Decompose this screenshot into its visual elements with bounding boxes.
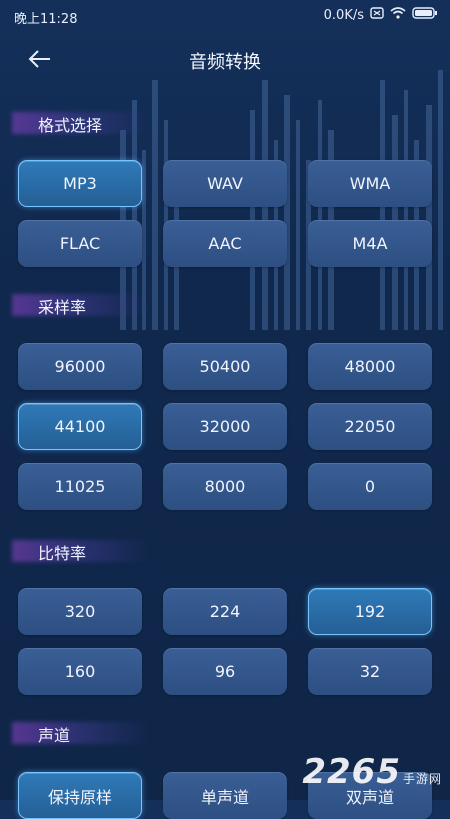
sample-rate-option-50400[interactable]: 50400 <box>163 343 287 390</box>
bit-rate-option-96[interactable]: 96 <box>163 648 287 695</box>
sample-rate-option-22050[interactable]: 22050 <box>308 403 432 450</box>
bit-rate-option-160[interactable]: 160 <box>18 648 142 695</box>
format-option-flac[interactable]: FLAC <box>18 220 142 267</box>
format-option-aac[interactable]: AAC <box>163 220 287 267</box>
watermark-number: 2265 <box>302 752 401 792</box>
wifi-icon <box>390 7 406 23</box>
sample-rate-option-0[interactable]: 0 <box>308 463 432 510</box>
status-bar: 晚上11:28 0.0K/s <box>0 0 450 30</box>
site-watermark: 2265 手游网 <box>302 752 442 792</box>
bit-rate-options: 320 224 192 160 96 32 <box>18 588 432 695</box>
network-speed: 0.0K/s <box>323 7 364 23</box>
sample-rate-option-48000[interactable]: 48000 <box>308 343 432 390</box>
sample-rate-option-44100[interactable]: 44100 <box>18 403 142 450</box>
sample-rate-option-11025[interactable]: 11025 <box>18 463 142 510</box>
bit-rate-option-320[interactable]: 320 <box>18 588 142 635</box>
format-option-m4a[interactable]: M4A <box>308 220 432 267</box>
sample-rate-options: 96000 50400 48000 44100 32000 22050 1102… <box>18 343 432 510</box>
section-format-title: 格式选择 <box>38 116 103 135</box>
sample-rate-option-96000[interactable]: 96000 <box>18 343 142 390</box>
format-option-wav[interactable]: WAV <box>163 160 287 207</box>
bit-rate-option-192[interactable]: 192 <box>308 588 432 635</box>
title-bar: 音频转换 <box>0 36 450 82</box>
section-format-heading: 格式选择 <box>0 108 150 136</box>
channel-option-keep-original[interactable]: 保持原样 <box>18 772 142 819</box>
section-glow <box>12 722 150 744</box>
format-option-mp3[interactable]: MP3 <box>18 160 142 207</box>
bit-rate-option-224[interactable]: 224 <box>163 588 287 635</box>
format-options: MP3 WAV WMA FLAC AAC M4A <box>18 160 432 267</box>
section-sample-rate-title: 采样率 <box>38 298 87 317</box>
section-sample-rate-heading: 采样率 <box>0 290 150 318</box>
section-bit-rate-heading: 比特率 <box>0 536 150 564</box>
watermark-suffix: 手游网 <box>402 772 442 786</box>
section-bit-rate-title: 比特率 <box>38 544 87 563</box>
sample-rate-option-32000[interactable]: 32000 <box>163 403 287 450</box>
format-option-wma[interactable]: WMA <box>308 160 432 207</box>
section-channel-heading: 声道 <box>0 718 150 746</box>
bit-rate-option-32[interactable]: 32 <box>308 648 432 695</box>
battery-icon <box>412 7 438 23</box>
channel-option-mono[interactable]: 单声道 <box>163 772 287 819</box>
sample-rate-option-8000[interactable]: 8000 <box>163 463 287 510</box>
status-time: 晚上11:28 <box>14 12 78 27</box>
status-icons: 0.0K/s <box>324 7 438 23</box>
page-title: 音频转换 <box>189 52 261 73</box>
section-channel-title: 声道 <box>38 726 71 745</box>
sim-icon <box>370 7 384 23</box>
